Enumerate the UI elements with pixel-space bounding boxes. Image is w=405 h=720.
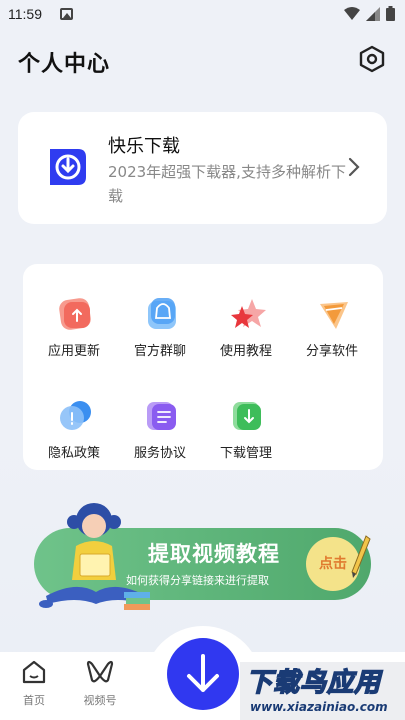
nav-label: 视频号 — [83, 694, 117, 707]
document-icon — [147, 402, 176, 430]
grid-item-group-chat[interactable]: 官方群聊 — [117, 274, 203, 364]
battery-icon — [386, 6, 395, 21]
app-info-card[interactable]: 快乐下载 2023年超强下载器,支持多种解析下载 — [18, 112, 387, 224]
grid-item-label: 服务协议 — [133, 446, 186, 461]
app-name: 快乐下载 — [108, 136, 180, 157]
paper-plane-icon — [320, 302, 348, 329]
pencil-icon — [351, 535, 371, 578]
grid-item-tutorial[interactable]: 使用教程 — [203, 274, 289, 364]
page-title: 个人中心 — [18, 52, 111, 77]
signal-icon — [366, 6, 380, 21]
nav-item-channels[interactable]: 视频号 — [70, 658, 130, 708]
grid-item-service-agreement[interactable]: 服务协议 — [117, 376, 203, 466]
info-bubble-icon — [60, 401, 91, 430]
grid-item-label: 隐私政策 — [47, 446, 100, 461]
grid-item-label: 下载管理 — [219, 446, 272, 461]
status-time: 11:59 — [8, 6, 42, 22]
grid-item-privacy[interactable]: 隐私政策 — [31, 376, 117, 466]
grid-item-download-manager[interactable]: 下载管理 — [203, 376, 289, 466]
star-icon — [231, 299, 266, 328]
watermark: 下载鸟应用 www.xiazainiao.com — [240, 662, 405, 720]
nav-label: 首页 — [23, 694, 45, 707]
home-icon — [22, 660, 46, 684]
upload-icon — [59, 298, 91, 330]
channels-icon — [86, 660, 114, 683]
grid-item-app-update[interactable]: 应用更新 — [31, 274, 117, 364]
status-bar: 11:59 — [0, 0, 405, 30]
watermark-url: www.xiazainiao.com — [250, 700, 388, 714]
settings-icon[interactable] — [358, 45, 386, 73]
app-logo-icon — [50, 149, 86, 185]
banner-title: 提取视频教程 — [148, 542, 280, 566]
download-icon — [233, 402, 261, 430]
grid-item-label: 使用教程 — [219, 344, 272, 359]
feature-grid: 应用更新 官方群聊 使用教程 分享软件 隐私政策 服务协议 下载管理 — [23, 264, 383, 470]
gallery-notification-icon — [60, 8, 73, 20]
grid-item-share[interactable]: 分享软件 — [289, 274, 375, 364]
download-fab-button[interactable] — [167, 638, 239, 710]
wifi-icon — [344, 6, 360, 20]
grid-item-label: 分享软件 — [305, 344, 358, 359]
grid-item-label: 官方群聊 — [133, 344, 186, 359]
status-indicators — [344, 6, 395, 21]
watermark-title: 下载鸟应用 — [245, 667, 382, 699]
app-description: 2023年超强下载器,支持多种解析下载 — [108, 163, 346, 205]
chevron-right-icon — [348, 157, 360, 177]
arrow-down-icon — [187, 654, 219, 692]
grid-item-label: 应用更新 — [47, 344, 100, 359]
reading-girl-illustration — [39, 503, 150, 610]
chat-bag-icon — [148, 298, 176, 329]
nav-item-home[interactable]: 首页 — [4, 658, 64, 708]
